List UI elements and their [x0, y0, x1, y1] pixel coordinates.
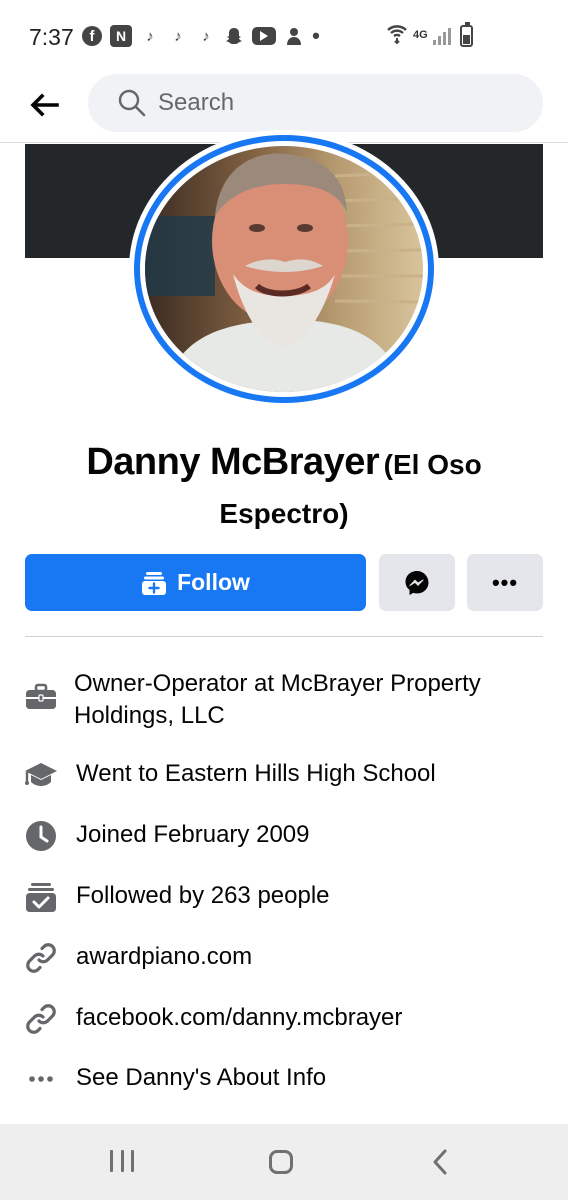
search-bar[interactable]	[88, 74, 543, 132]
messenger-icon	[405, 570, 429, 595]
tiktok-icon: ♪	[174, 27, 182, 45]
app-icon: N	[110, 25, 132, 47]
chevron-left-icon	[433, 1149, 447, 1175]
more-options-icon: •••	[491, 569, 519, 595]
follow-button[interactable]: Follow	[25, 554, 366, 611]
signal-icon	[432, 27, 451, 45]
status-bar: 7:37 f N ♪ ♪ ♪ • 4G	[0, 0, 568, 72]
detail-work[interactable]: Owner-Operator at McBrayer Property Hold…	[0, 668, 568, 734]
status-time: 7:37	[29, 24, 74, 50]
followers-icon	[24, 880, 58, 914]
profile-actions: Follow •••	[25, 554, 543, 611]
back-button[interactable]	[26, 88, 62, 122]
graduation-cap-icon	[24, 758, 58, 792]
message-button[interactable]	[379, 554, 455, 611]
joined-text: Joined February 2009	[76, 821, 310, 848]
link-icon	[24, 1002, 58, 1036]
link-icon	[24, 941, 58, 975]
recent-apps-button[interactable]	[110, 1150, 134, 1174]
back-arrow-icon	[30, 93, 59, 117]
detail-website[interactable]: awardpiano.com	[0, 941, 568, 975]
detail-profile-link[interactable]: facebook.com/danny.mcbrayer	[0, 1002, 568, 1036]
profile-url-link[interactable]: facebook.com/danny.mcbrayer	[76, 1002, 536, 1034]
follow-icon	[142, 571, 167, 595]
search-icon	[118, 89, 146, 117]
followers-text: Followed by 263 people	[76, 882, 330, 909]
display-name: Danny McBrayer	[86, 441, 380, 483]
wifi-calling-icon	[386, 22, 408, 49]
website-link[interactable]: awardpiano.com	[76, 941, 536, 973]
snapchat-icon	[224, 25, 244, 47]
facebook-icon: f	[82, 26, 102, 46]
battery-icon	[459, 21, 473, 47]
avatar	[145, 146, 423, 392]
work-text: Owner-Operator at McBrayer Property Hold…	[74, 670, 481, 729]
search-input[interactable]	[158, 89, 518, 117]
detail-followers[interactable]: Followed by 263 people	[0, 880, 568, 914]
more-options-button[interactable]: •••	[467, 554, 543, 611]
system-back-button[interactable]	[428, 1148, 452, 1176]
home-button[interactable]	[269, 1150, 293, 1174]
network-type: 4G	[413, 29, 428, 41]
youtube-icon	[252, 27, 276, 45]
app-icon	[284, 25, 304, 47]
follow-label: Follow	[177, 569, 250, 595]
briefcase-icon	[24, 680, 58, 714]
system-navigation-bar	[0, 1124, 568, 1200]
story-ring	[134, 135, 434, 403]
clock-icon	[24, 819, 58, 853]
divider	[25, 636, 543, 637]
detail-joined: Joined February 2009	[0, 819, 568, 853]
detail-education[interactable]: Went to Eastern Hills High School	[0, 758, 568, 792]
detail-about[interactable]: See Danny's About Info	[0, 1062, 568, 1096]
profile-picture[interactable]	[129, 130, 439, 408]
more-dot-icon: •	[312, 23, 320, 48]
education-text: Went to Eastern Hills High School	[76, 760, 436, 787]
tiktok-icon: ♪	[146, 27, 154, 45]
system-indicators: 4G	[386, 21, 473, 49]
about-info-link[interactable]: See Danny's About Info	[76, 1062, 536, 1094]
ellipsis-icon	[24, 1062, 58, 1096]
profile-name: Danny McBrayer (El Oso Espectro)	[0, 440, 568, 541]
notification-icons: f N ♪ ♪ ♪ •	[82, 25, 320, 47]
tiktok-icon: ♪	[202, 27, 210, 45]
